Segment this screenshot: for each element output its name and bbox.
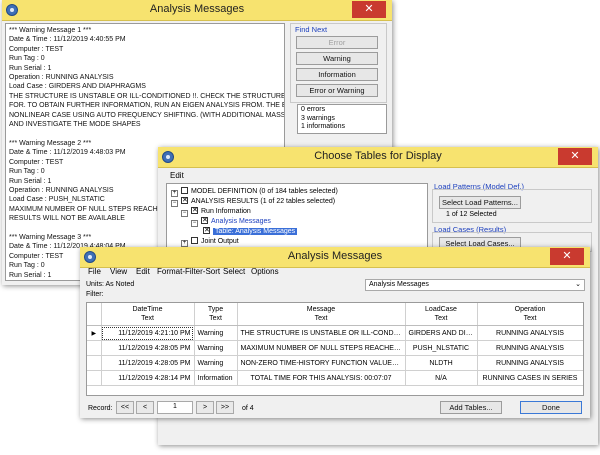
checkbox-icon[interactable] xyxy=(191,237,198,244)
title-bar[interactable]: Choose Tables for Display ✕ xyxy=(158,147,598,168)
record-number-input[interactable]: 1 xyxy=(157,401,193,414)
table-header-row: DateTime Text Type Text Message Text LoadCa… xyxy=(87,303,583,326)
errors-count: 0 errors xyxy=(301,106,326,113)
checkbox-icon[interactable] xyxy=(201,216,208,224)
tree-table-analysis-messages[interactable]: Table: Analysis Messages xyxy=(203,226,298,235)
window-title: Choose Tables for Display xyxy=(314,150,442,162)
select-load-patterns-button[interactable]: Select Load Patterns... xyxy=(439,196,521,209)
collapse-icon[interactable]: − xyxy=(171,200,178,207)
done-button[interactable]: Done xyxy=(520,401,582,414)
row-selector[interactable] xyxy=(87,340,102,356)
last-record-button[interactable]: >> xyxy=(216,401,234,414)
row-selector-arrow-icon[interactable]: ▶ xyxy=(87,325,102,341)
row-selector[interactable] xyxy=(87,370,102,386)
warnings-count: 3 warnings xyxy=(301,114,335,122)
find-information-button[interactable]: Information xyxy=(296,68,378,81)
title-bar[interactable]: Analysis Messages ✕ xyxy=(2,0,392,21)
record-navigator: << < 1 > >> xyxy=(116,401,236,414)
checkbox-icon[interactable] xyxy=(181,187,188,194)
load-patterns-count: 1 of 12 Selected xyxy=(446,211,497,218)
record-label: Record: xyxy=(88,405,113,412)
tree-run-information[interactable]: −Run Information xyxy=(181,206,251,217)
window-title: Analysis Messages xyxy=(149,3,245,15)
expand-icon[interactable]: + xyxy=(181,240,188,247)
filter-label: Filter: xyxy=(86,291,104,298)
close-icon[interactable]: ✕ xyxy=(550,248,584,265)
close-icon[interactable]: ✕ xyxy=(352,1,386,18)
checkbox-icon[interactable] xyxy=(181,196,188,204)
column-header[interactable]: LoadCase Text xyxy=(405,303,478,326)
menu-bar: File View Edit Format-Filter-Sort Select… xyxy=(80,265,590,279)
column-header[interactable]: DateTime Text xyxy=(101,303,195,326)
table-row[interactable]: 11/12/2019 4:28:05 PM Warning NON-ZERO T… xyxy=(87,355,583,371)
add-tables-button[interactable]: Add Tables... xyxy=(440,401,502,414)
tree-model-definition[interactable]: + MODEL DEFINITION (0 of 184 tables selec… xyxy=(171,187,338,197)
tree-joint-output[interactable]: + Joint Output xyxy=(181,237,239,247)
row-selector[interactable] xyxy=(87,355,102,371)
table-row[interactable]: 11/12/2019 4:28:05 PM Warning MAXIMUM NU… xyxy=(87,340,583,356)
data-grid[interactable]: DateTime Text Type Text Message Text LoadCa… xyxy=(86,302,584,396)
menu-format-filter-sort[interactable]: Format-Filter-Sort xyxy=(157,267,220,276)
chevron-down-icon[interactable]: ⌄ xyxy=(575,280,581,288)
record-count: of 4 xyxy=(242,405,254,412)
find-next-label: Find Next xyxy=(295,25,328,34)
column-header[interactable]: Type Text xyxy=(194,303,238,326)
next-record-button[interactable]: > xyxy=(196,401,214,414)
units-label: Units: As Noted xyxy=(86,281,135,288)
menu-view[interactable]: View xyxy=(110,267,127,276)
menu-edit[interactable]: Edit xyxy=(136,267,150,276)
table-row[interactable]: 11/12/2019 4:28:14 PM Information TOTAL … xyxy=(87,370,583,386)
find-error-or-warning-button[interactable]: Error or Warning xyxy=(296,84,378,97)
menu-options[interactable]: Options xyxy=(251,267,279,276)
summary-box: 0 errors 3 warnings 1 informations xyxy=(297,104,387,134)
menu-file[interactable]: File xyxy=(88,267,101,276)
close-icon[interactable]: ✕ xyxy=(558,148,592,165)
column-header[interactable]: Operation Text xyxy=(477,303,583,326)
table-selector[interactable]: Analysis Messages ⌄ xyxy=(365,279,585,291)
menu-select[interactable]: Select xyxy=(223,267,245,276)
expand-icon[interactable]: + xyxy=(171,190,178,197)
find-error-button[interactable]: Error xyxy=(296,36,378,49)
collapse-icon[interactable]: − xyxy=(181,210,188,217)
checkbox-icon[interactable] xyxy=(203,226,210,234)
informations-count: 1 informations xyxy=(301,123,345,130)
analysis-messages-table-window: Analysis Messages ✕ File View Edit Forma… xyxy=(80,247,590,418)
window-title: Analysis Messages xyxy=(287,250,383,262)
column-header[interactable]: Message Text xyxy=(237,303,406,326)
menu-edit[interactable]: Edit xyxy=(170,171,184,180)
checkbox-icon[interactable] xyxy=(191,206,198,214)
collapse-icon[interactable]: − xyxy=(191,220,198,227)
tree-analysis-messages[interactable]: −Analysis Messages xyxy=(191,216,271,227)
table-row[interactable]: ▶ 11/12/2019 4:21:10 PM Warning THE STRU… xyxy=(87,325,583,341)
find-warning-button[interactable]: Warning xyxy=(296,52,378,65)
first-record-button[interactable]: << xyxy=(116,401,134,414)
row-header-corner xyxy=(87,303,102,326)
results-table: DateTime Text Type Text Message Text LoadCa… xyxy=(87,303,583,386)
previous-record-button[interactable]: < xyxy=(136,401,154,414)
